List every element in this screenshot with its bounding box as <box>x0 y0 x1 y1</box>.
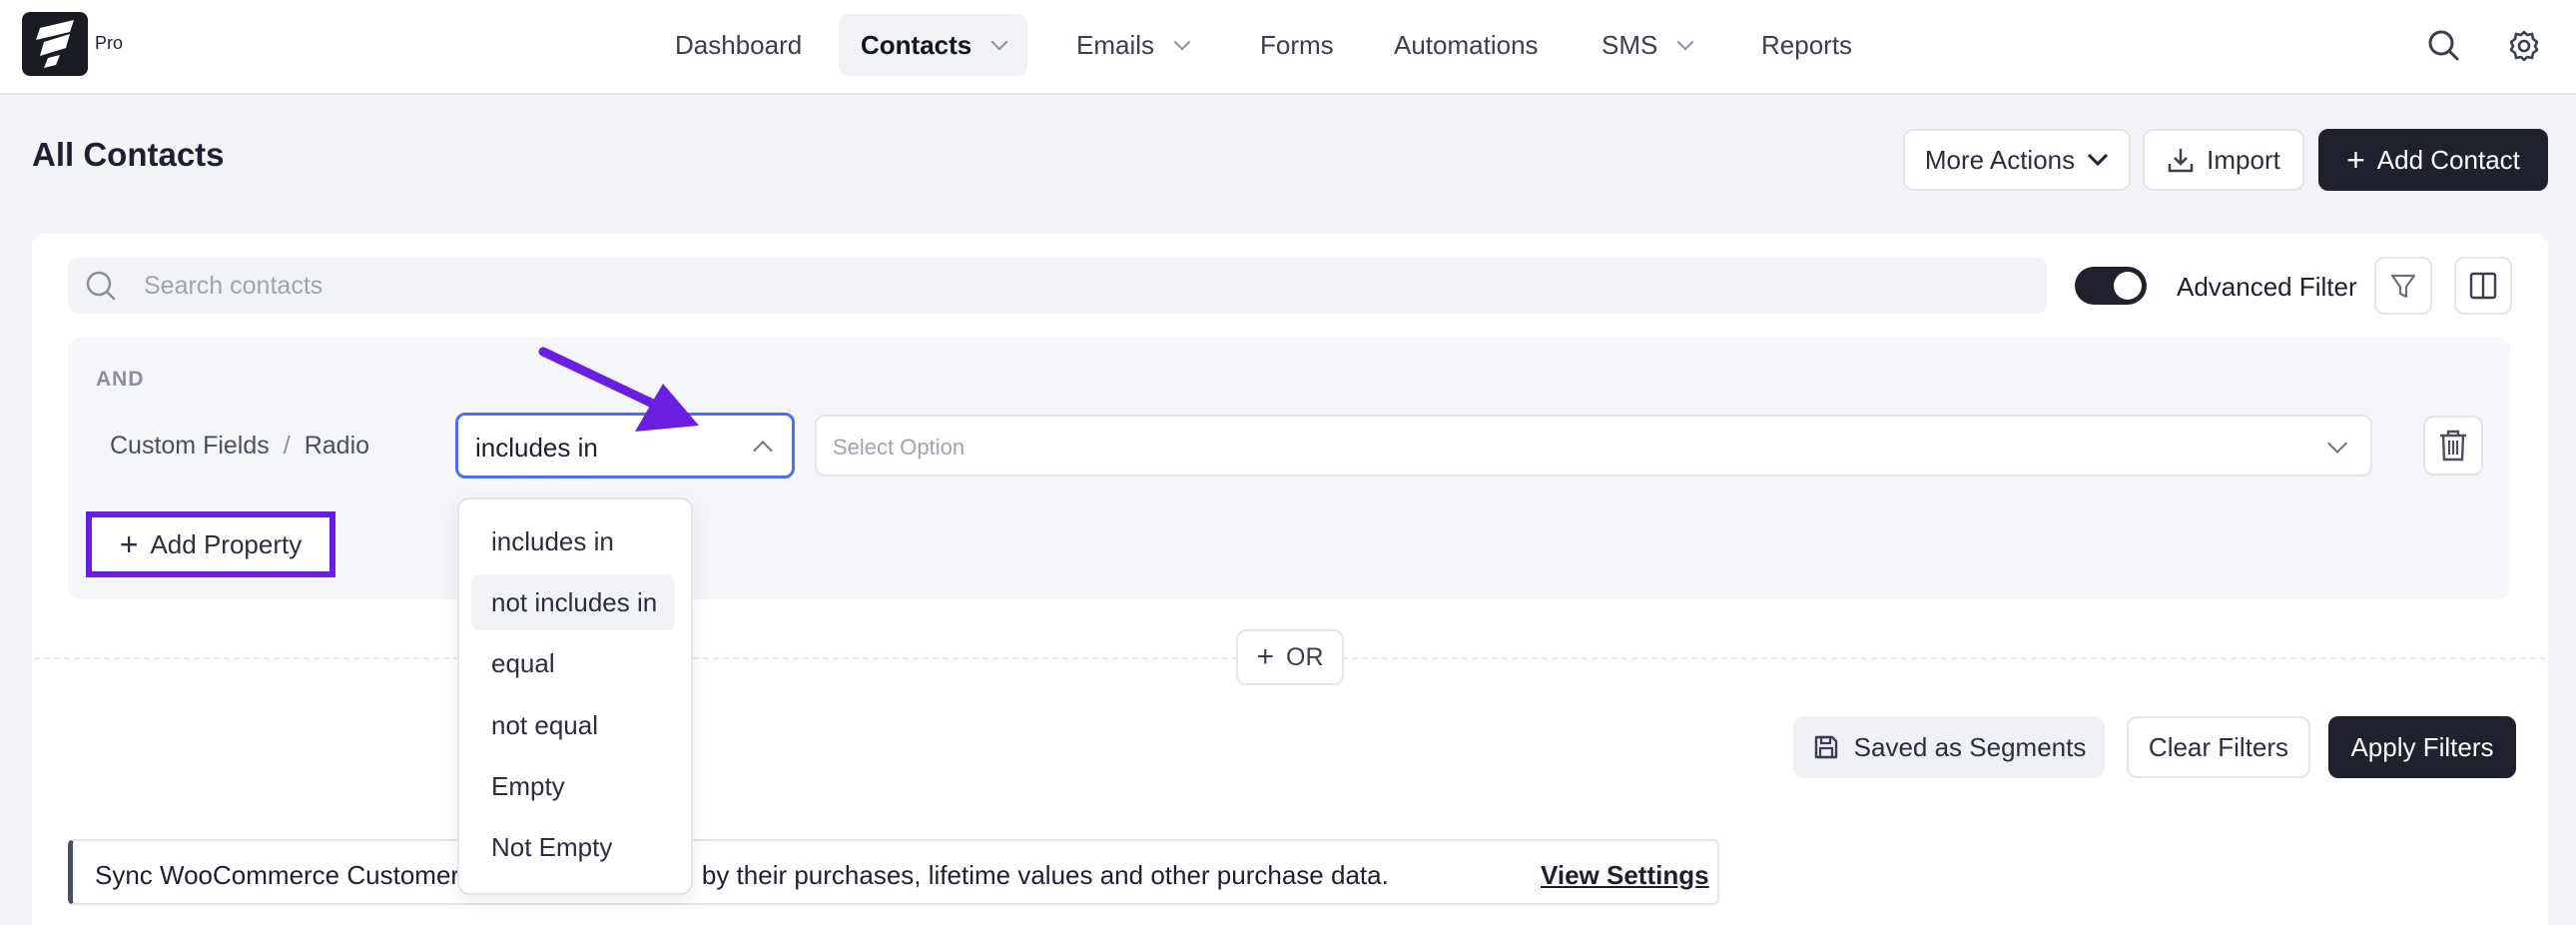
field-name-label: Radio <box>304 432 370 460</box>
nav-forms[interactable]: Forms <box>1238 14 1356 76</box>
import-label: Import <box>2207 144 2280 175</box>
field-group-label: Custom Fields <box>110 432 270 460</box>
operator-dropdown: includes in not includes in equal not eq… <box>457 497 693 895</box>
nav-emails-label: Emails <box>1076 30 1155 60</box>
nav-sms[interactable]: SMS <box>1580 14 1713 76</box>
gear-icon[interactable] <box>2502 24 2546 68</box>
download-icon <box>2168 149 2194 173</box>
view-settings-link[interactable]: View Settings <box>1541 860 1709 891</box>
nav-reports-label: Reports <box>1761 30 1853 60</box>
search-icon[interactable] <box>2422 24 2466 68</box>
annotation-arrow-icon <box>538 347 699 432</box>
notice-text: Sync WooCommerce Customers and segment t… <box>95 860 1389 890</box>
funnel-icon <box>2390 274 2416 299</box>
operator-option-includes-in[interactable]: includes in <box>471 513 675 569</box>
advanced-filter-label: Advanced Filter <box>2177 272 2357 302</box>
and-label: AND <box>96 368 145 391</box>
nav-contacts[interactable]: Contacts <box>839 14 1028 76</box>
chevron-up-icon <box>753 441 773 461</box>
nav-sms-label: SMS <box>1602 30 1658 60</box>
operator-option-equal[interactable]: equal <box>471 635 675 691</box>
nav-automations-label: Automations <box>1394 30 1539 60</box>
path-separator: / <box>283 432 291 460</box>
nav-contacts-label: Contacts <box>861 30 972 60</box>
search-icon <box>86 271 116 301</box>
nav-automations[interactable]: Automations <box>1372 14 1561 76</box>
filter-field-path: Custom Fields / Radio <box>110 432 369 461</box>
operator-option-empty[interactable]: Empty <box>471 758 675 814</box>
nav-dashboard[interactable]: Dashboard <box>653 14 824 76</box>
search-box <box>68 258 2047 314</box>
add-property-label: Add Property <box>150 528 303 559</box>
more-actions-button[interactable]: More Actions <box>1903 129 2131 191</box>
add-or-group-button[interactable]: + OR <box>1236 629 1344 685</box>
top-navigation: Pro Dashboard Contacts Emails Forms Auto… <box>0 0 2576 95</box>
plus-icon: + <box>119 525 139 562</box>
chevron-down-icon <box>1676 33 1694 51</box>
advanced-filter-toggle[interactable] <box>2075 267 2147 305</box>
clear-filters-button[interactable]: Clear Filters <box>2127 716 2310 778</box>
search-input[interactable] <box>144 258 2021 314</box>
trash-icon <box>2440 430 2466 462</box>
chevron-down-icon <box>2088 153 2109 167</box>
import-button[interactable]: Import <box>2143 129 2304 191</box>
operator-option-not-empty[interactable]: Not Empty <box>471 819 675 875</box>
value-placeholder: Select Option <box>833 435 966 460</box>
chevron-down-icon <box>1173 33 1191 51</box>
add-contact-button[interactable]: + Add Contact <box>2318 129 2548 191</box>
delete-filter-button[interactable] <box>2423 416 2483 475</box>
toggle-knob <box>2114 272 2142 300</box>
operator-option-not-includes-in[interactable]: not includes in <box>471 574 675 630</box>
clear-filters-label: Clear Filters <box>2148 731 2289 762</box>
add-property-button[interactable]: + Add Property <box>86 511 335 577</box>
value-select[interactable]: Select Option <box>815 415 2372 476</box>
floppy-disk-icon <box>1814 735 1837 759</box>
apply-filters-label: Apply Filters <box>2350 731 2494 762</box>
nav-forms-label: Forms <box>1260 30 1334 60</box>
apply-filters-button[interactable]: Apply Filters <box>2328 716 2516 778</box>
page-title: All Contacts <box>32 136 225 173</box>
operator-option-not-equal[interactable]: not equal <box>471 697 675 753</box>
save-segment-button[interactable]: Saved as Segments <box>1793 716 2105 778</box>
filter-button[interactable] <box>2374 257 2432 315</box>
add-contact-label: Add Contact <box>2376 144 2520 175</box>
nav-emails[interactable]: Emails <box>1054 14 1210 76</box>
fluentcrm-logo[interactable] <box>22 12 88 76</box>
or-label: OR <box>1286 642 1324 671</box>
nav-dashboard-label: Dashboard <box>675 30 803 60</box>
chevron-down-icon <box>990 33 1008 51</box>
woocommerce-sync-notice: Sync WooCommerce Customers and segment t… <box>68 839 1719 905</box>
pro-badge: Pro <box>95 33 124 53</box>
more-actions-label: More Actions <box>1924 144 2076 175</box>
plus-icon: + <box>1256 640 1275 673</box>
nav-reports[interactable]: Reports <box>1739 14 1874 76</box>
chevron-down-icon <box>2327 434 2347 454</box>
save-segment-label: Saved as Segments <box>1853 731 2087 762</box>
plus-icon: + <box>2346 141 2365 178</box>
columns-button[interactable] <box>2454 257 2512 315</box>
columns-icon <box>2469 272 2497 300</box>
